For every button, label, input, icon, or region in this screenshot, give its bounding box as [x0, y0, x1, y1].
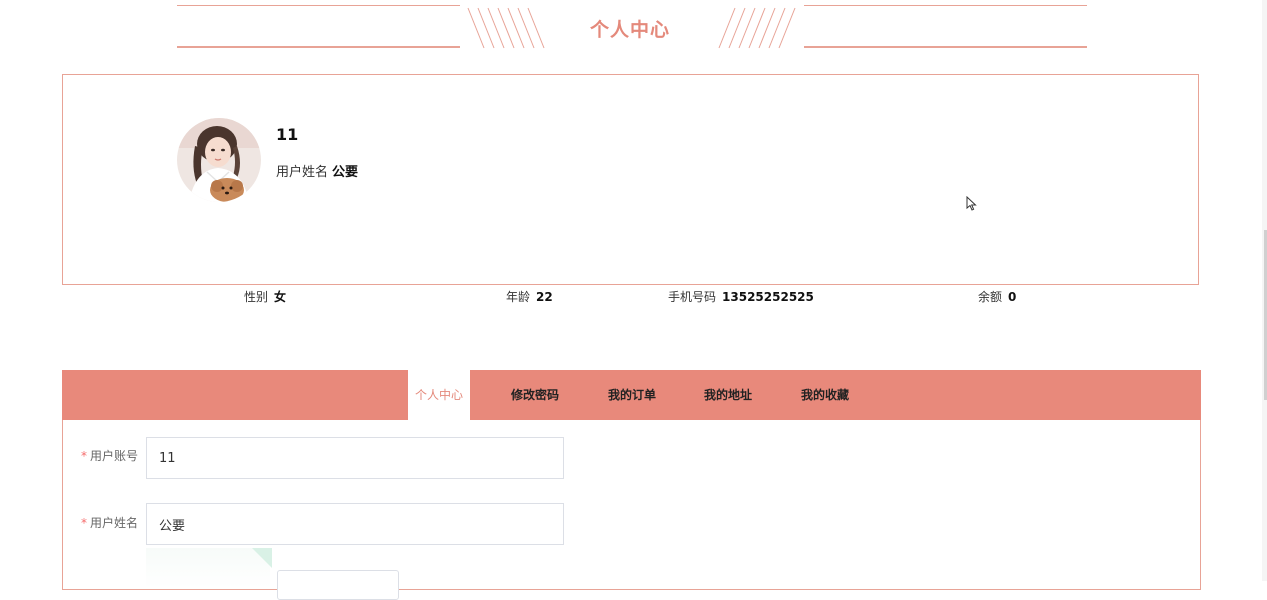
tab-my-addresses[interactable]: 我的地址 [695, 370, 761, 420]
profile-name-row: 用户姓名 公要 [276, 161, 358, 180]
title-deco-line-bottom-left [177, 46, 460, 48]
tab-my-favorites[interactable]: 我的收藏 [792, 370, 858, 420]
stat-phone-value: 13525252525 [722, 290, 814, 304]
stat-age-label: 年龄 [506, 290, 531, 304]
account-field-label: * 用户账号 [78, 447, 138, 464]
account-field-label-text: 用户账号 [89, 449, 138, 463]
title-deco-slashes [718, 7, 796, 49]
stat-phone-label: 手机号码 [668, 290, 717, 304]
stat-age-value: 22 [536, 290, 553, 304]
name-field-label-text: 用户姓名 [89, 516, 138, 530]
stat-phone: 手机号码 13525252525 [668, 288, 814, 305]
stat-age: 年龄 22 [506, 288, 553, 305]
page-title: 个人中心 [589, 19, 670, 41]
title-deco-line-top-right [804, 5, 1087, 6]
stat-gender-value: 女 [274, 290, 287, 304]
title-deco-line-top-left [177, 5, 460, 6]
upload-corner-deco [252, 548, 272, 568]
name-field-label: * 用户姓名 [78, 514, 138, 531]
avatar [177, 118, 261, 202]
stat-gender: 性别女 [244, 288, 286, 305]
profile-account: 11 [276, 125, 299, 144]
tab-my-orders[interactable]: 我的订单 [599, 370, 665, 420]
stat-balance-label: 余额 [978, 290, 1003, 304]
title-deco-line-bottom-right [804, 46, 1087, 48]
stat-balance: 余额 0 [978, 288, 1016, 305]
tab-bar: 个人中心 修改密码 我的订单 我的地址 我的收藏 [62, 370, 1201, 421]
avatar-photo [177, 118, 261, 202]
stat-balance-value: 0 [1008, 290, 1017, 304]
mouse-cursor-icon [966, 196, 977, 211]
required-mark: * [80, 516, 87, 530]
title-deco-backslashes [467, 7, 545, 49]
account-field[interactable] [146, 437, 564, 479]
profile-name-label: 用户姓名 [276, 165, 329, 180]
tab-profile[interactable]: 个人中心 [408, 370, 470, 421]
profile-name-value: 公要 [332, 165, 359, 180]
upload-button[interactable] [277, 570, 399, 600]
tab-change-password[interactable]: 修改密码 [502, 370, 568, 420]
stat-gender-label: 性别 [244, 290, 269, 304]
required-mark: * [80, 449, 87, 463]
name-field[interactable] [146, 503, 564, 545]
